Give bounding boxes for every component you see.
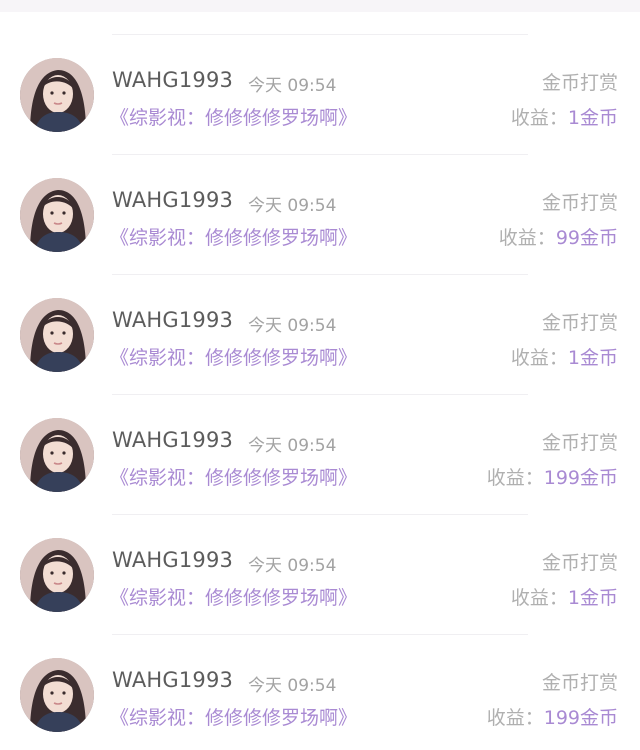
income: 收益：199金币 [487, 463, 618, 490]
income-value: 99金币 [555, 227, 618, 249]
book-title-link[interactable]: 《综影视：修修修修罗场啊》 [110, 583, 357, 610]
avatar[interactable] [20, 418, 94, 492]
divider [112, 34, 528, 35]
timestamp: 今天 09:54 [248, 556, 337, 576]
divider [112, 394, 528, 395]
income: 收益：1金币 [511, 103, 618, 130]
avatar[interactable] [20, 298, 94, 372]
list-item[interactable]: WAHG1993 今天 09:54 《综影视：修修修修罗场啊》 金币打赏 收益：… [0, 264, 640, 384]
username[interactable]: WAHG1993 [112, 428, 233, 452]
avatar-portrait-icon [20, 658, 94, 732]
top-status-strip [0, 0, 640, 12]
income-label: 收益： [510, 587, 568, 609]
income-label: 收益： [486, 467, 544, 489]
income-label: 收益： [486, 707, 544, 729]
income-label: 收益： [498, 227, 556, 249]
list-item[interactable]: WAHG1993 今天 09:54 《综影视：修修修修罗场啊》 金币打赏 收益：… [0, 24, 640, 144]
divider [112, 634, 528, 635]
username[interactable]: WAHG1993 [112, 188, 233, 212]
income-value: 199金币 [543, 707, 618, 729]
income-value: 199金币 [543, 467, 618, 489]
income-label: 收益： [510, 347, 568, 369]
list-item[interactable]: WAHG1993 今天 09:54 《综影视：修修修修罗场啊》 金币打赏 收益：… [0, 504, 640, 624]
username[interactable]: WAHG1993 [112, 548, 233, 572]
reward-type: 金币打赏 [541, 432, 618, 454]
income: 收益：1金币 [511, 343, 618, 370]
divider [112, 154, 528, 155]
username[interactable]: WAHG1993 [112, 68, 233, 92]
income: 收益：199金币 [487, 703, 618, 730]
income: 收益：1金币 [511, 583, 618, 610]
avatar-portrait-icon [20, 538, 94, 612]
divider [112, 514, 528, 515]
list-item[interactable]: WAHG1993 今天 09:54 《综影视：修修修修罗场啊》 金币打赏 收益：… [0, 144, 640, 264]
income: 收益：99金币 [499, 223, 618, 250]
divider [112, 274, 528, 275]
timestamp: 今天 09:54 [248, 76, 337, 96]
timestamp: 今天 09:54 [248, 676, 337, 696]
reward-type: 金币打赏 [541, 192, 618, 214]
avatar-portrait-icon [20, 418, 94, 492]
avatar-portrait-icon [20, 58, 94, 132]
reward-type: 金币打赏 [541, 672, 618, 694]
timestamp: 今天 09:54 [248, 436, 337, 456]
book-title-link[interactable]: 《综影视：修修修修罗场啊》 [110, 463, 357, 490]
list-item[interactable]: WAHG1993 今天 09:54 《综影视：修修修修罗场啊》 金币打赏 收益：… [0, 384, 640, 504]
avatar-portrait-icon [20, 178, 94, 252]
reward-type: 金币打赏 [541, 72, 618, 94]
reward-type: 金币打赏 [541, 552, 618, 574]
reward-type: 金币打赏 [541, 312, 618, 334]
username[interactable]: WAHG1993 [112, 668, 233, 692]
list-item[interactable]: WAHG1993 今天 09:54 《综影视：修修修修罗场啊》 金币打赏 收益：… [0, 624, 640, 744]
avatar[interactable] [20, 58, 94, 132]
timestamp: 今天 09:54 [248, 316, 337, 336]
income-value: 1金币 [567, 107, 618, 129]
book-title-link[interactable]: 《综影视：修修修修罗场啊》 [110, 223, 357, 250]
income-value: 1金币 [567, 587, 618, 609]
income-value: 1金币 [567, 347, 618, 369]
book-title-link[interactable]: 《综影视：修修修修罗场啊》 [110, 703, 357, 730]
book-title-link[interactable]: 《综影视：修修修修罗场啊》 [110, 343, 357, 370]
avatar-portrait-icon [20, 298, 94, 372]
avatar[interactable] [20, 658, 94, 732]
timestamp: 今天 09:54 [248, 196, 337, 216]
book-title-link[interactable]: 《综影视：修修修修罗场啊》 [110, 103, 357, 130]
avatar[interactable] [20, 538, 94, 612]
username[interactable]: WAHG1993 [112, 308, 233, 332]
income-label: 收益： [510, 107, 568, 129]
avatar[interactable] [20, 178, 94, 252]
